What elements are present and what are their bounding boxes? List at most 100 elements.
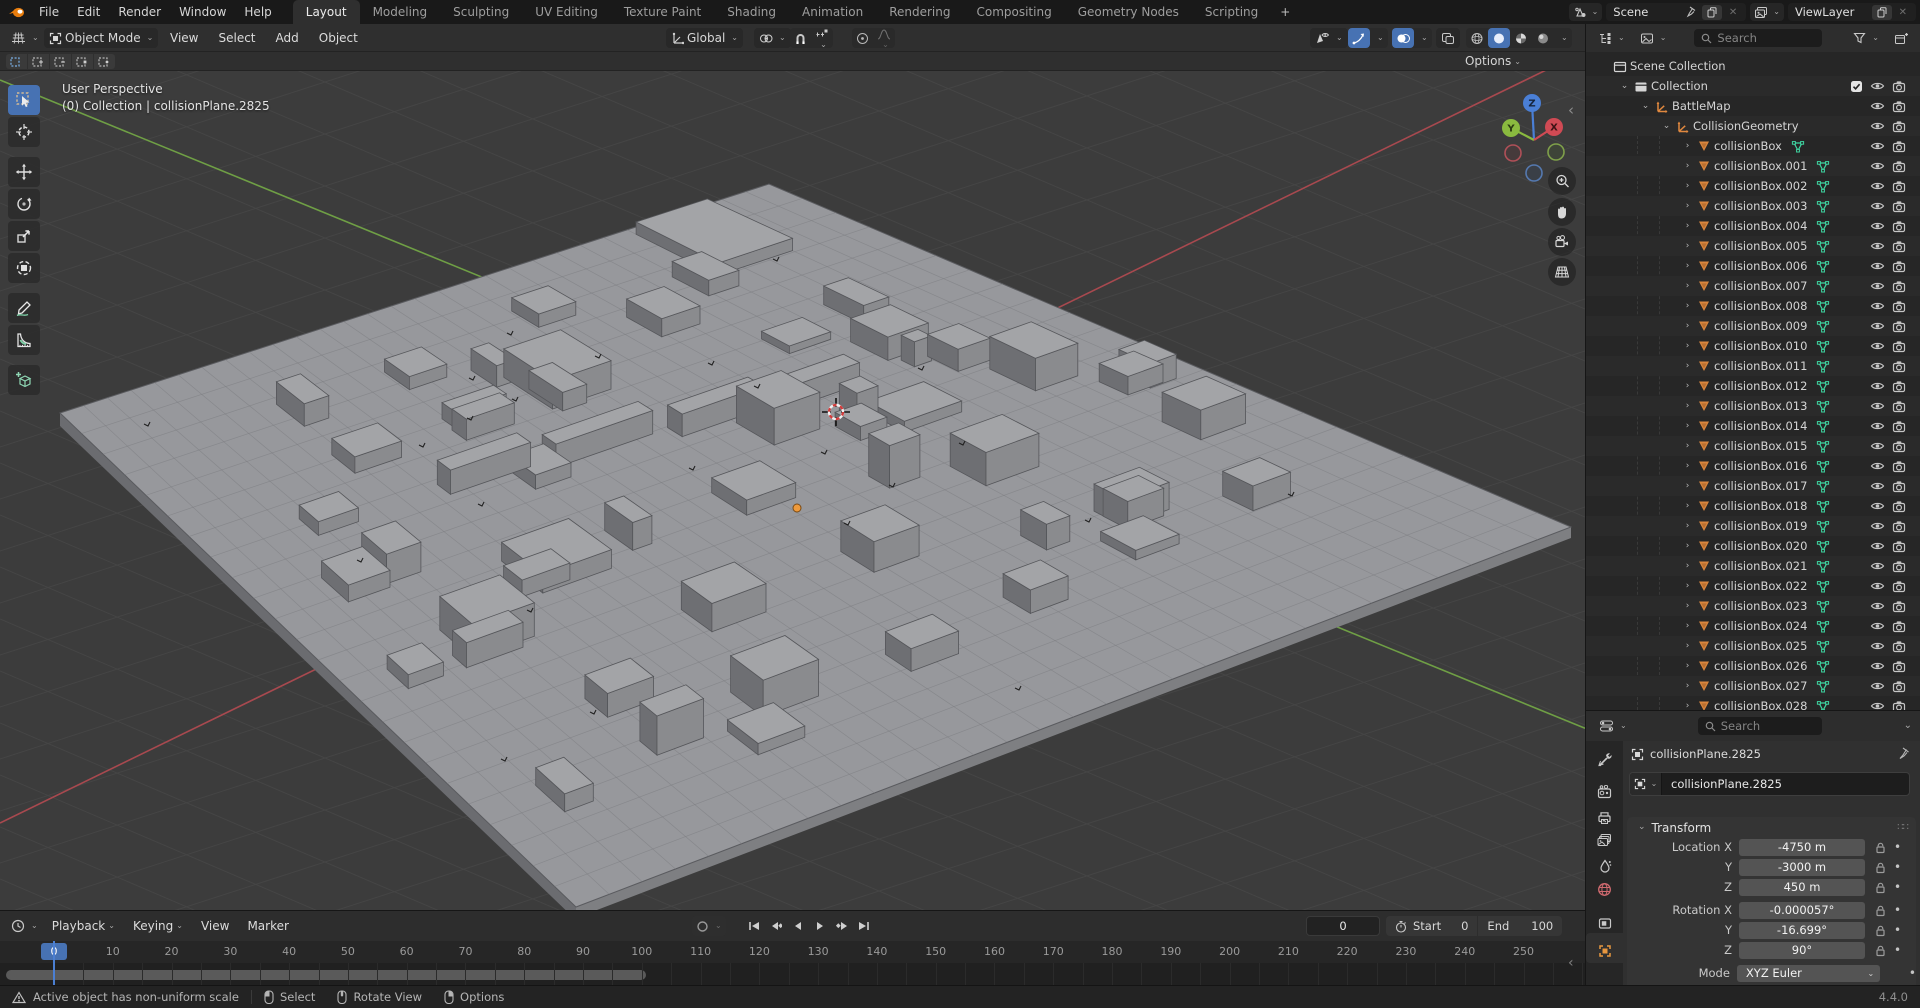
jump-start-button[interactable] xyxy=(744,917,763,935)
camera-icon[interactable] xyxy=(1892,640,1906,653)
eye-icon[interactable] xyxy=(1870,320,1885,332)
z-field[interactable]: 450 m xyxy=(1739,879,1865,896)
outliner-display-mode[interactable]: ⌄ xyxy=(1593,28,1630,48)
outliner-row-object[interactable]: › collisionBox.019 xyxy=(1586,516,1920,536)
outliner-row-object[interactable]: › collisionBox.004 xyxy=(1586,216,1920,236)
object-id-dropdown[interactable]: ⌄ xyxy=(1630,773,1662,795)
y-field[interactable]: -16.699° xyxy=(1739,922,1865,939)
shading-material-button[interactable] xyxy=(1510,28,1532,48)
camera-icon[interactable] xyxy=(1892,460,1906,473)
outliner-row-object[interactable]: › collisionBox.016 xyxy=(1586,456,1920,476)
camera-icon[interactable] xyxy=(1892,660,1906,673)
eye-icon[interactable] xyxy=(1870,120,1885,132)
show-overlays-toggle[interactable] xyxy=(1392,28,1414,48)
outliner-row-object[interactable]: › collisionBox.017 xyxy=(1586,476,1920,496)
play-reverse-button[interactable] xyxy=(788,917,807,935)
mesh-data-icon[interactable] xyxy=(1816,680,1830,693)
viewport-menu-add[interactable]: Add xyxy=(266,24,309,52)
timeline-menu-playback[interactable]: Playback⌄ xyxy=(43,919,124,933)
menu-render[interactable]: Render xyxy=(109,0,170,24)
eye-icon[interactable] xyxy=(1870,140,1885,152)
outliner-row-object[interactable]: › collisionBox xyxy=(1586,136,1920,156)
outliner-row-object[interactable]: › collisionBox.007 xyxy=(1586,276,1920,296)
eye-icon[interactable] xyxy=(1870,540,1885,552)
snap-toggle[interactable] xyxy=(790,28,811,48)
lock-open-icon[interactable] xyxy=(1874,881,1887,894)
expand-arrow-icon[interactable]: › xyxy=(1680,201,1695,211)
mesh-data-icon[interactable] xyxy=(1816,240,1830,253)
lock-open-icon[interactable] xyxy=(1874,944,1887,957)
eye-icon[interactable] xyxy=(1870,380,1885,392)
outliner-row-object[interactable]: › collisionBox.009 xyxy=(1586,316,1920,336)
eye-icon[interactable] xyxy=(1870,460,1885,472)
eye-icon[interactable] xyxy=(1870,620,1885,632)
checkbox-checked-icon[interactable] xyxy=(1850,80,1863,93)
expand-arrow-icon[interactable]: › xyxy=(1680,161,1695,171)
mesh-data-icon[interactable] xyxy=(1816,420,1830,433)
eye-icon[interactable] xyxy=(1870,80,1885,92)
gizmo-settings-dropdown[interactable]: ⌄ xyxy=(1370,28,1388,48)
camera-icon[interactable] xyxy=(1892,600,1906,613)
camera-icon[interactable] xyxy=(1892,380,1906,393)
eye-icon[interactable] xyxy=(1870,300,1885,312)
expand-arrow-icon[interactable]: › xyxy=(1680,301,1695,311)
region-collapse-icon[interactable]: ‹ xyxy=(1568,101,1574,119)
expand-arrow-icon[interactable]: › xyxy=(1680,621,1695,631)
timeline-ruler[interactable]: 0102030405060708090100110120130140150160… xyxy=(0,941,1585,963)
expand-arrow-icon[interactable]: › xyxy=(1680,341,1695,351)
scene-browse-button[interactable]: ⌄ xyxy=(1569,3,1603,21)
expand-arrow-icon[interactable]: › xyxy=(1680,521,1695,531)
properties-tab-view-layer[interactable] xyxy=(1586,827,1623,853)
tool-cursor[interactable] xyxy=(8,117,40,147)
outliner-row-object[interactable]: › collisionBox.012 xyxy=(1586,376,1920,396)
z-field[interactable]: 90° xyxy=(1739,942,1865,959)
outliner-row-object[interactable]: › collisionBox.010 xyxy=(1586,336,1920,356)
scene-render[interactable] xyxy=(0,71,1585,910)
viewport-menu-select[interactable]: Select xyxy=(208,24,265,52)
timeline-editor-type[interactable]: ⌄ xyxy=(6,916,43,936)
eye-icon[interactable] xyxy=(1870,500,1885,512)
mode-field[interactable]: XYZ Euler⌄ xyxy=(1737,965,1880,982)
panel-drag-grip[interactable]: ∷∷ xyxy=(1897,822,1908,833)
eye-icon[interactable] xyxy=(1870,360,1885,372)
eye-icon[interactable] xyxy=(1870,560,1885,572)
eye-icon[interactable] xyxy=(1870,220,1885,232)
select-mode-intersect[interactable] xyxy=(94,54,115,69)
animate-dot-button[interactable]: • xyxy=(1894,860,1901,874)
workspace-tab-texture-paint[interactable]: Texture Paint xyxy=(611,0,714,24)
pin-id-button[interactable] xyxy=(1898,747,1910,760)
workspace-tab-shading[interactable]: Shading xyxy=(714,0,789,24)
mode-selector[interactable]: Object Mode ⌄ xyxy=(44,28,158,48)
mesh-data-icon[interactable] xyxy=(1816,600,1830,613)
next-keyframe-button[interactable] xyxy=(832,917,851,935)
outliner-row-object[interactable]: › collisionBox.020 xyxy=(1586,536,1920,556)
expand-arrow-icon[interactable]: › xyxy=(1680,601,1695,611)
outliner-row-object[interactable]: › collisionBox.026 xyxy=(1586,656,1920,676)
camera-icon[interactable] xyxy=(1892,260,1906,273)
timeline-track[interactable] xyxy=(0,963,1585,986)
new-collection-button[interactable] xyxy=(1889,28,1913,48)
camera-icon[interactable] xyxy=(1892,200,1906,213)
animate-dot-button[interactable]: • xyxy=(1894,943,1901,957)
eye-icon[interactable] xyxy=(1870,260,1885,272)
tool-transform[interactable] xyxy=(8,253,40,283)
region-collapse-icon[interactable]: ‹ xyxy=(1568,955,1574,971)
editor-type-button[interactable]: ⌄ xyxy=(6,28,44,48)
outliner-row-object[interactable]: › collisionBox.008 xyxy=(1586,296,1920,316)
start-frame-field[interactable]: Start 0 xyxy=(1386,916,1477,936)
outliner-row-object[interactable]: › collisionBox.006 xyxy=(1586,256,1920,276)
eye-icon[interactable] xyxy=(1870,400,1885,412)
perspective-switch-button[interactable] xyxy=(1548,258,1576,286)
pan-button[interactable] xyxy=(1548,198,1576,226)
play-button[interactable] xyxy=(810,917,829,935)
properties-search-input[interactable]: Search xyxy=(1698,717,1822,735)
outliner-row-object[interactable]: › collisionBox.022 xyxy=(1586,576,1920,596)
camera-view-button[interactable] xyxy=(1548,228,1576,256)
location-x-field[interactable]: -4750 m xyxy=(1739,839,1865,856)
workspace-tab-uv-editing[interactable]: UV Editing xyxy=(522,0,611,24)
workspace-tab-layout[interactable]: Layout xyxy=(293,0,360,24)
mesh-data-icon[interactable] xyxy=(1816,440,1830,453)
rotation-x-field[interactable]: -0.000057° xyxy=(1739,902,1865,919)
workspace-tab-scripting[interactable]: Scripting xyxy=(1192,0,1271,24)
end-frame-field[interactable]: End 100 xyxy=(1478,916,1562,936)
